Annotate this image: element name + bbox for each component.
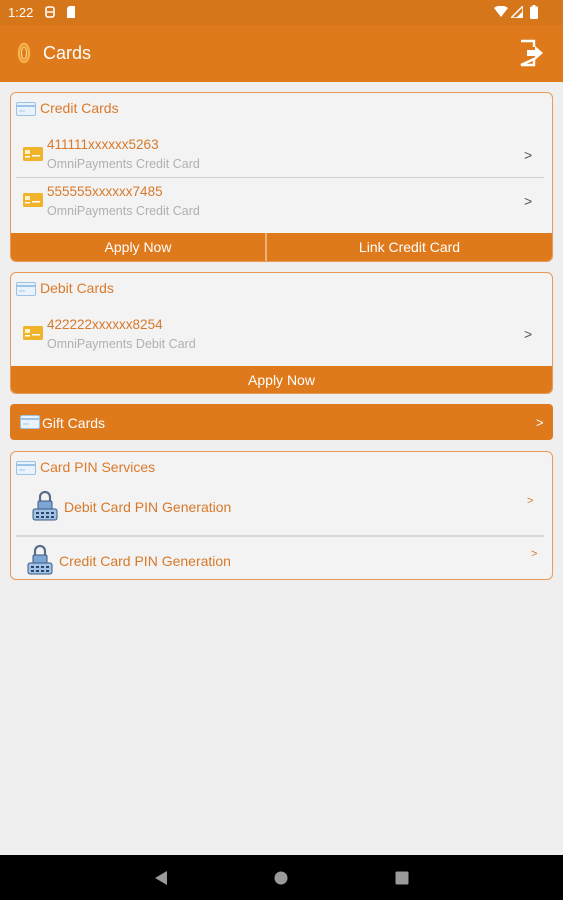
gift-cards-label: Gift Cards (42, 415, 106, 431)
credit-pin-generation-row[interactable]: Credit Card PIN Generation > (11, 538, 552, 579)
gift-cards-button[interactable]: Gift Cards > (10, 404, 553, 440)
logout-icon (517, 39, 545, 72)
page-title: Cards (43, 43, 92, 63)
chevron-right-icon: > (527, 495, 534, 507)
card-type: OmniPayments Debit Card (47, 337, 196, 351)
logout-button[interactable] (517, 38, 545, 68)
cell-signal-icon (509, 4, 524, 21)
link-credit-card-button[interactable]: Link Credit Card (267, 233, 552, 261)
data-saver-icon (45, 6, 55, 21)
card-section-icon (16, 102, 36, 121)
card-number: 411111xxxxxx5263 (47, 137, 159, 152)
credit-card-row[interactable]: 411111xxxxxx5263 OmniPayments Credit Car… (11, 131, 552, 176)
debit-card-icon (23, 326, 43, 345)
lock-keypad-icon (32, 489, 58, 526)
card-type: OmniPayments Credit Card (47, 157, 200, 171)
apply-now-debit-button[interactable]: Apply Now (11, 366, 552, 393)
pin-services-section: Card PIN Services Debit Card PIN Generat… (10, 451, 553, 580)
credit-pin-generation-label: Credit Card PIN Generation (59, 553, 231, 569)
chevron-right-icon: > (524, 147, 533, 163)
back-button[interactable] (154, 870, 168, 891)
chevron-right-icon: > (524, 326, 533, 342)
battery-icon (530, 5, 538, 22)
card-number: 422222xxxxxx8254 (47, 317, 163, 332)
card-section-icon (16, 461, 36, 480)
debit-card-row[interactable]: 422222xxxxxx8254 OmniPayments Debit Card… (11, 311, 552, 356)
system-nav-bar (0, 855, 563, 900)
debit-cards-title: Debit Cards (40, 280, 114, 296)
credit-cards-title: Credit Cards (40, 100, 119, 116)
lock-keypad-icon (27, 543, 53, 579)
recents-square-icon (395, 871, 409, 885)
status-time: 1:22 (8, 5, 34, 20)
home-circle-icon (274, 871, 288, 885)
card-section-icon (16, 282, 36, 301)
sd-card-icon (66, 6, 76, 21)
card-type: OmniPayments Credit Card (47, 204, 200, 218)
card-number: 555555xxxxxx7485 (47, 184, 163, 199)
app-logo-icon (17, 42, 31, 69)
pin-services-title: Card PIN Services (40, 459, 156, 475)
debit-cards-section: Debit Cards 422222xxxxxx8254 OmniPayment… (10, 272, 553, 394)
chevron-right-icon: > (531, 548, 538, 560)
chevron-right-icon: > (524, 193, 533, 209)
debit-pin-generation-row[interactable]: Debit Card PIN Generation > (11, 486, 552, 532)
credit-card-icon (23, 147, 43, 166)
debit-pin-generation-label: Debit Card PIN Generation (64, 499, 232, 515)
recents-button[interactable] (395, 871, 409, 890)
app-bar: Cards (0, 25, 563, 82)
chevron-right-icon: > (536, 415, 544, 430)
credit-actions-bar: Apply Now Link Credit Card (11, 233, 552, 261)
status-bar: 1:22 (0, 0, 563, 25)
credit-cards-section: Credit Cards 411111xxxxxx5263 OmniPaymen… (10, 92, 553, 262)
home-button[interactable] (274, 871, 288, 890)
apply-now-credit-button[interactable]: Apply Now (11, 233, 265, 261)
credit-card-row[interactable]: 555555xxxxxx7485 OmniPayments Credit Car… (11, 178, 552, 223)
wifi-icon (494, 5, 508, 21)
credit-card-icon (23, 193, 43, 212)
gift-card-icon (20, 415, 40, 434)
back-triangle-icon (155, 871, 167, 885)
divider (16, 535, 544, 537)
debit-actions-bar: Apply Now (11, 366, 552, 393)
